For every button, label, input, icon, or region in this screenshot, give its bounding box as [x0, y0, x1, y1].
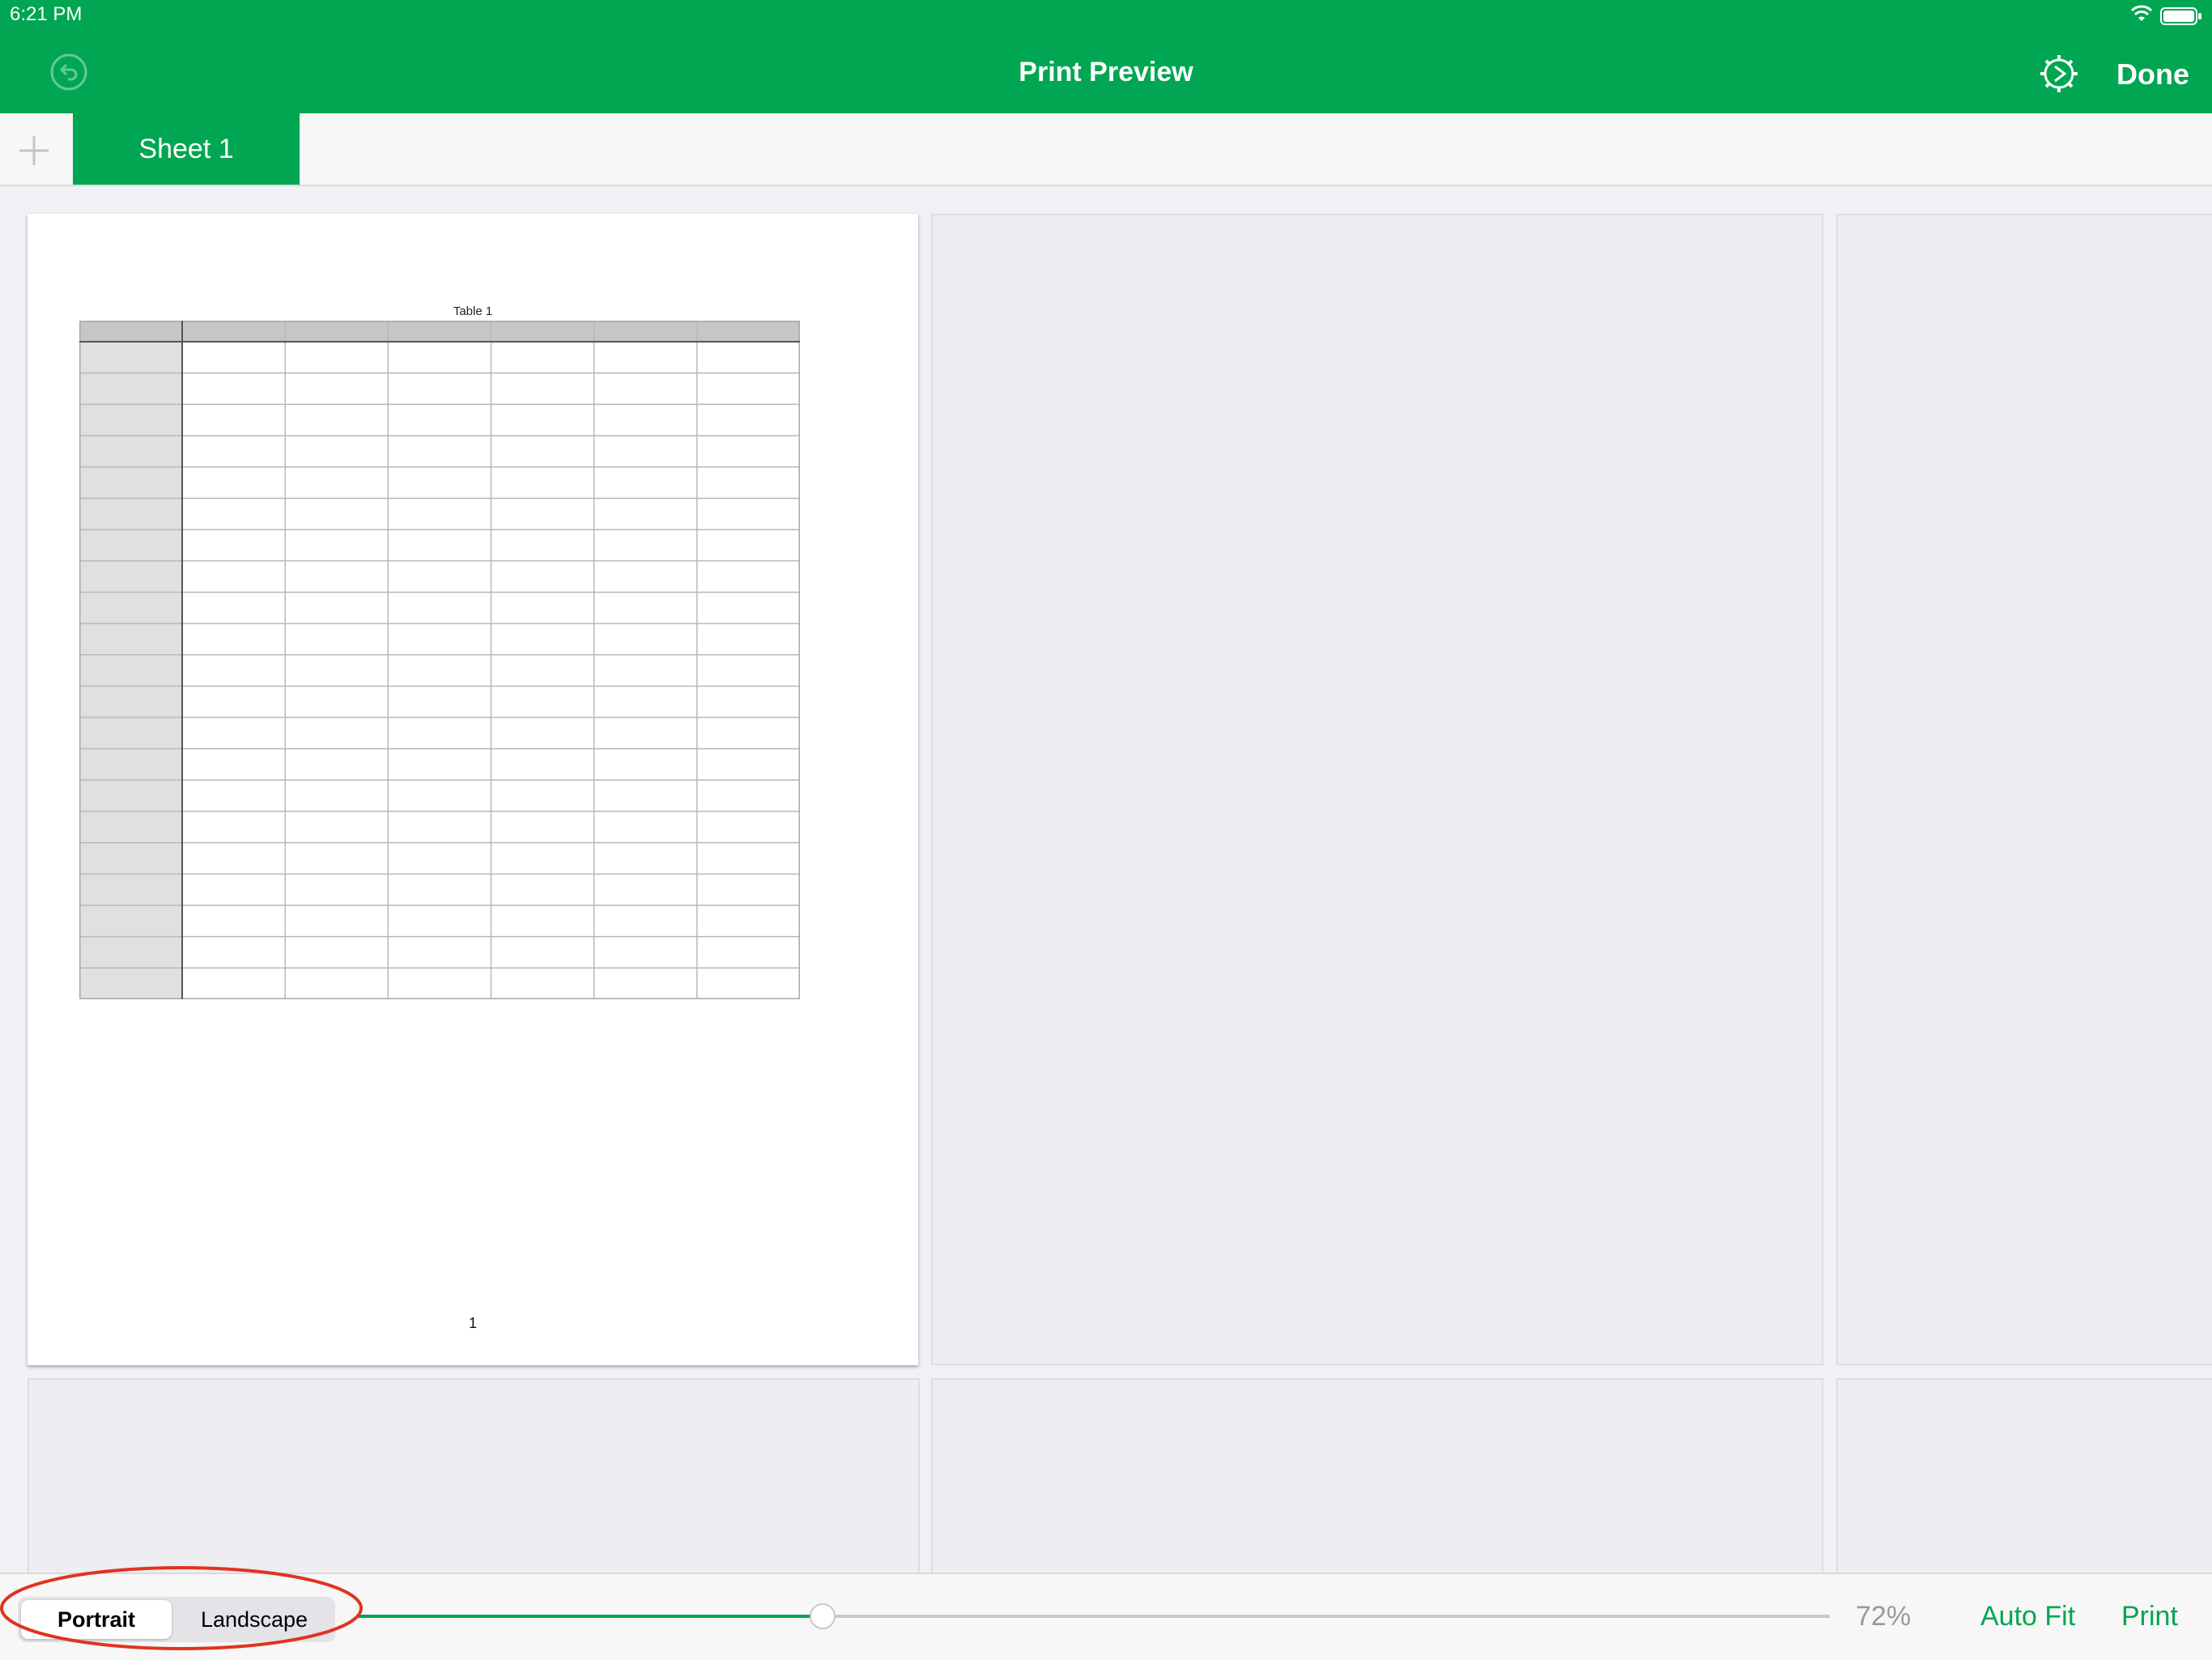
- empty-page: [1836, 214, 2212, 1365]
- empty-page: [28, 1378, 920, 1589]
- wifi-icon: [2130, 5, 2153, 21]
- tab-sheet-1[interactable]: Sheet 1: [73, 113, 300, 185]
- settings-button[interactable]: [2039, 53, 2079, 98]
- page-title: Print Preview: [1019, 57, 1193, 87]
- page-number: 1: [468, 1315, 477, 1331]
- print-page-1: Table 1 1: [28, 214, 918, 1365]
- navigation-bar: 6:21 PM Print Preview Done: [0, 0, 2212, 113]
- plus-icon: [19, 136, 49, 165]
- print-button[interactable]: Print: [2121, 1601, 2178, 1632]
- empty-page: [931, 214, 1823, 1365]
- zoom-slider[interactable]: [356, 1602, 1830, 1631]
- empty-page: [1836, 1378, 2212, 1589]
- highlight-annotation: [0, 1566, 363, 1650]
- add-sheet-button[interactable]: [18, 134, 50, 171]
- zoom-level-label: 72%: [1856, 1601, 1912, 1632]
- gear-icon: [2040, 55, 2078, 92]
- tab-label: Sheet 1: [138, 133, 234, 164]
- battery-icon: [2160, 7, 2201, 25]
- table-title: Table 1: [453, 304, 493, 318]
- done-button[interactable]: Done: [2112, 57, 2194, 92]
- empty-page: [931, 1378, 1823, 1589]
- sheet-tab-bar: Sheet 1: [0, 113, 2212, 186]
- status-time: 6:21 PM: [10, 3, 83, 25]
- zoom-slider-thumb[interactable]: [810, 1603, 836, 1629]
- auto-fit-button[interactable]: Auto Fit: [1980, 1601, 2075, 1632]
- table-preview: [79, 321, 800, 999]
